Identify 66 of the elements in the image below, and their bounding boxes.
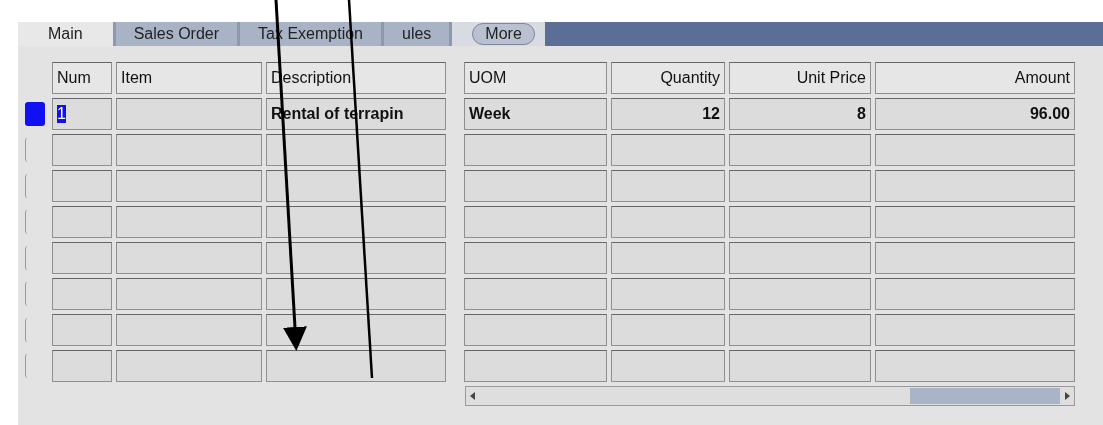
table-cell[interactable] [116,314,262,346]
column-header: Num [52,62,112,94]
table-cell[interactable] [875,314,1075,346]
table-cell[interactable] [266,314,446,346]
table-cell[interactable] [266,350,446,382]
table-cell[interactable] [464,350,607,382]
tab[interactable]: More [472,23,535,45]
table-cell[interactable] [464,278,607,310]
table-cell[interactable] [52,314,112,346]
column-header: Unit Price [729,62,871,94]
table-cell[interactable] [875,350,1075,382]
horizontal-scrollbar[interactable] [465,386,1075,406]
table-cell[interactable] [116,278,262,310]
table-cell[interactable] [52,350,112,382]
table-cell[interactable] [611,314,725,346]
table-cell[interactable] [875,242,1075,274]
table-cell[interactable] [611,350,725,382]
table-cell[interactable] [875,134,1075,166]
table-cell[interactable]: Week [464,98,607,130]
table-cell[interactable] [266,278,446,310]
table-cell[interactable] [266,242,446,274]
table-cell[interactable]: 96.00 [875,98,1075,130]
table-cell[interactable] [464,206,607,238]
table-cell[interactable] [52,170,112,202]
table-cell[interactable] [116,242,262,274]
column-header: UOM [464,62,607,94]
table-cell[interactable] [464,170,607,202]
table-cell[interactable] [266,134,446,166]
tab[interactable]: Main [18,22,116,46]
table-cell[interactable] [729,134,871,166]
table-cell[interactable] [266,170,446,202]
table-cell[interactable] [875,278,1075,310]
table-cell[interactable] [611,134,725,166]
table-cell[interactable] [729,242,871,274]
column-header: Amount [875,62,1075,94]
table-cell[interactable] [116,350,262,382]
table-cell[interactable] [729,350,871,382]
table-cell[interactable] [611,278,725,310]
table-cell[interactable] [116,206,262,238]
table-cell[interactable] [611,242,725,274]
table-cell[interactable] [729,206,871,238]
table-cell[interactable] [52,206,112,238]
table-cell[interactable] [52,134,112,166]
table-cell[interactable] [116,170,262,202]
table-cell[interactable] [875,170,1075,202]
tab[interactable]: ules [384,22,453,46]
table-cell[interactable] [729,314,871,346]
column-header: Item [116,62,262,94]
table-cell[interactable] [116,134,262,166]
table-cell[interactable] [611,170,725,202]
table-cell[interactable] [116,98,262,130]
table-cell[interactable] [729,278,871,310]
table-cell[interactable]: 8 [729,98,871,130]
table-cell[interactable] [52,242,112,274]
column-header: Quantity [611,62,725,94]
table-cell[interactable] [464,314,607,346]
table-cell[interactable] [266,206,446,238]
tab[interactable]: Sales Order [115,22,241,46]
table-cell[interactable]: 12 [611,98,725,130]
table-cell[interactable] [875,206,1075,238]
table-cell[interactable] [611,206,725,238]
table-cell[interactable] [729,170,871,202]
table-cell[interactable] [464,242,607,274]
table-cell[interactable] [52,278,112,310]
table-cell[interactable]: 1 [52,98,112,130]
table-cell[interactable] [464,134,607,166]
